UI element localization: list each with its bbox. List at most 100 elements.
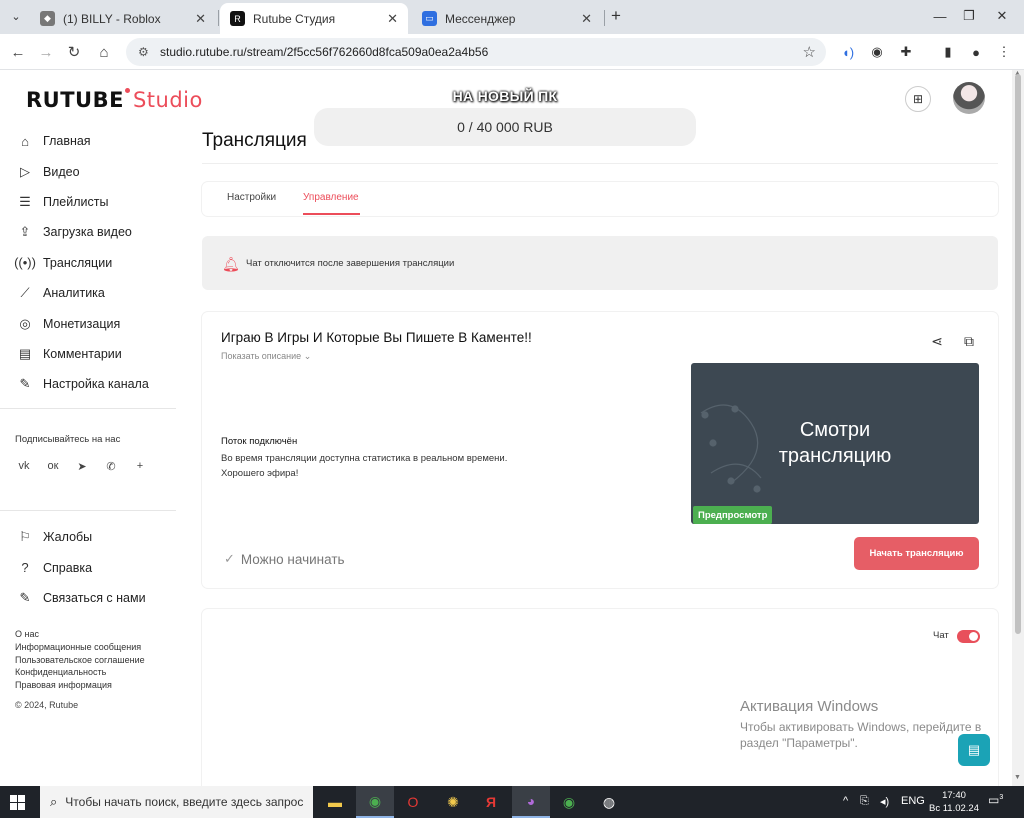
- opera-icon[interactable]: O: [394, 786, 432, 818]
- open-external-icon[interactable]: ⧉: [960, 332, 978, 350]
- network-icon[interactable]: ⎘: [860, 795, 869, 808]
- close-icon[interactable]: ✕: [581, 11, 592, 27]
- sidebar-item-home[interactable]: ⌂ Главная: [0, 126, 176, 156]
- sidebar-item-contact[interactable]: ✎ Связаться с нами: [0, 583, 176, 613]
- create-button[interactable]: ⊞: [905, 86, 931, 112]
- tab-search-icon[interactable]: ⌄: [6, 6, 26, 26]
- notifications-icon[interactable]: ▭3: [988, 793, 1006, 811]
- viber-icon[interactable]: ✆: [101, 456, 121, 476]
- odnoklassniki-icon[interactable]: ок: [43, 456, 63, 476]
- obs-icon[interactable]: ◍: [590, 786, 628, 818]
- ready-indicator: ✓ Можно начинать: [224, 551, 345, 567]
- show-description-link[interactable]: Показать описание ⌄: [221, 351, 311, 362]
- flag-icon: ⚐: [19, 529, 31, 545]
- sidebar-item-label: Комментарии: [43, 346, 122, 361]
- footer-link-agreement[interactable]: Пользовательское соглашение: [15, 654, 145, 667]
- sidebar-item-label: Монетизация: [43, 316, 121, 331]
- tab-label: (1) BILLY - Roblox: [63, 11, 161, 26]
- reload-icon[interactable]: ↻: [62, 40, 86, 64]
- footer-link-about[interactable]: О нас: [15, 628, 145, 641]
- minimize-button[interactable]: —: [927, 6, 953, 26]
- language-indicator[interactable]: ENG: [901, 795, 925, 807]
- chat-toggle[interactable]: [957, 630, 980, 643]
- stream-preview[interactable]: Смотри трансляцию Предпросмотр: [691, 363, 979, 524]
- video-icon: ▷: [20, 163, 30, 179]
- shield-extension-icon[interactable]: ◉: [867, 42, 887, 62]
- sidebar-item-video[interactable]: ▷ Видео: [0, 156, 176, 186]
- tab-messenger[interactable]: ▭ Мессенджер ✕: [412, 3, 602, 34]
- chrome-icon[interactable]: ◉: [356, 786, 394, 818]
- restore-button[interactable]: ❐: [956, 6, 982, 26]
- tab-settings[interactable]: Настройки: [227, 192, 276, 203]
- footer-link-info[interactable]: Информационные сообщения: [15, 641, 145, 654]
- activation-line: Чтобы активировать Windows, перейдите в: [740, 720, 982, 734]
- scrollbar-thumb[interactable]: [1015, 74, 1021, 634]
- chrome-profile-icon[interactable]: ◉: [550, 786, 588, 818]
- tab-management[interactable]: Управление: [303, 192, 359, 203]
- show-description-label: Показать описание: [221, 351, 302, 361]
- footer-links: О нас Информационные сообщения Пользоват…: [15, 628, 145, 692]
- file-explorer-icon[interactable]: ▬: [316, 786, 354, 818]
- rutube-studio-logo[interactable]: RUTUBE Studio: [26, 88, 203, 112]
- telegram-icon[interactable]: ➤: [72, 456, 92, 476]
- taskbar-clock[interactable]: 17:40 Вс 11.02.24: [926, 789, 982, 815]
- windows-start-icon[interactable]: [10, 795, 25, 810]
- footer-link-privacy[interactable]: Конфиденциальность: [15, 666, 145, 679]
- check-icon: ✓: [224, 551, 235, 566]
- sidebar-item-channel-settings[interactable]: ✎ Настройка канала: [0, 369, 176, 399]
- title-divider: [202, 163, 998, 164]
- status-line: Хорошего эфира!: [221, 468, 299, 479]
- bookmark-star-icon[interactable]: ☆: [803, 43, 816, 61]
- sidebar-item-broadcasts[interactable]: ((•)) Трансляции: [0, 248, 176, 278]
- sidebar-item-complaints[interactable]: ⚐ Жалобы: [0, 522, 176, 552]
- profile-icon[interactable]: ●: [966, 42, 986, 62]
- back-icon[interactable]: ←: [6, 40, 30, 64]
- notice-text: Чат отключится после завершения трансляц…: [246, 258, 455, 269]
- sidebar-item-label: Аналитика: [43, 286, 105, 301]
- tray-chevron-icon[interactable]: ^: [843, 795, 848, 807]
- sidebar-item-analytics[interactable]: ⟋ Аналитика: [0, 278, 176, 308]
- tab-rutube-studio[interactable]: R Rutube Студия ✕: [220, 3, 408, 34]
- close-window-button[interactable]: ✕: [989, 6, 1015, 26]
- close-icon[interactable]: ✕: [387, 11, 398, 27]
- taskbar-search[interactable]: ⌕ Чтобы начать поиск, введите здесь запр…: [40, 786, 313, 818]
- windows-taskbar: ⌕ Чтобы начать поиск, введите здесь запр…: [0, 786, 1024, 818]
- status-line: Во время трансляции доступна статистика …: [221, 453, 508, 464]
- sidebar-item-help[interactable]: ? Справка: [0, 552, 176, 582]
- sidebar-bottom-nav: ⚐ Жалобы ? Справка ✎ Связаться с нами: [0, 522, 176, 613]
- sidebar-item-upload[interactable]: ⇪ Загрузка видео: [0, 217, 176, 247]
- plus-icon[interactable]: +: [130, 456, 150, 476]
- close-icon[interactable]: ✕: [195, 11, 206, 27]
- comments-icon: ▤: [18, 345, 32, 361]
- yandex-browser-icon[interactable]: Я: [472, 786, 510, 818]
- support-chat-button[interactable]: ▤: [958, 734, 990, 766]
- volume-icon[interactable]: ◂): [880, 795, 889, 808]
- menu-icon[interactable]: ⋮: [994, 42, 1014, 62]
- vk-icon[interactable]: vk: [14, 456, 34, 476]
- address-bar[interactable]: ⚙ studio.rutube.ru/stream/2f5cc56f762660…: [126, 38, 826, 66]
- browser-toolbar: ← → ↻ ⌂ ⚙ studio.rutube.ru/stream/2f5cc5…: [0, 34, 1024, 70]
- site-info-icon[interactable]: ⚙: [138, 45, 152, 59]
- extensions-icon[interactable]: ✚: [896, 42, 916, 62]
- forward-icon[interactable]: →: [34, 40, 58, 64]
- yandex-music-icon[interactable]: ✺: [434, 786, 472, 818]
- tab-roblox[interactable]: ◆ (1) BILLY - Roblox ✕: [30, 3, 216, 34]
- new-tab-button[interactable]: +: [606, 6, 626, 26]
- subscribe-title: Подписывайтесь на нас: [15, 434, 121, 445]
- home-page-icon[interactable]: ⌂: [92, 40, 116, 64]
- discord-icon[interactable]: ◕: [512, 786, 550, 818]
- sidebar-item-monetization[interactable]: ◎ Монетизация: [0, 308, 176, 338]
- page-scrollbar[interactable]: ▲ ▼: [1012, 70, 1024, 786]
- avatar[interactable]: [953, 82, 985, 114]
- browser-tab-bar: ⌄ ◆ (1) BILLY - Roblox ✕ R Rutube Студия…: [0, 0, 1024, 34]
- start-stream-button[interactable]: Начать трансляцию: [854, 537, 979, 570]
- sidebar-item-comments[interactable]: ▤ Комментарии: [0, 339, 176, 369]
- sidebar-item-playlists[interactable]: ☰ Плейлисты: [0, 187, 176, 217]
- sidebar-toggle-icon[interactable]: ▮: [938, 42, 958, 62]
- sidebar-item-label: Жалобы: [43, 530, 93, 545]
- sidebar: ⌂ Главная ▷ Видео ☰ Плейлисты ⇪ Загрузка…: [0, 126, 176, 400]
- share-icon[interactable]: ⋖: [928, 332, 946, 350]
- audio-extension-icon[interactable]: ◖): [838, 42, 858, 62]
- footer-link-legal[interactable]: Правовая информация: [15, 679, 145, 692]
- scroll-down-icon[interactable]: ▼: [1014, 774, 1021, 781]
